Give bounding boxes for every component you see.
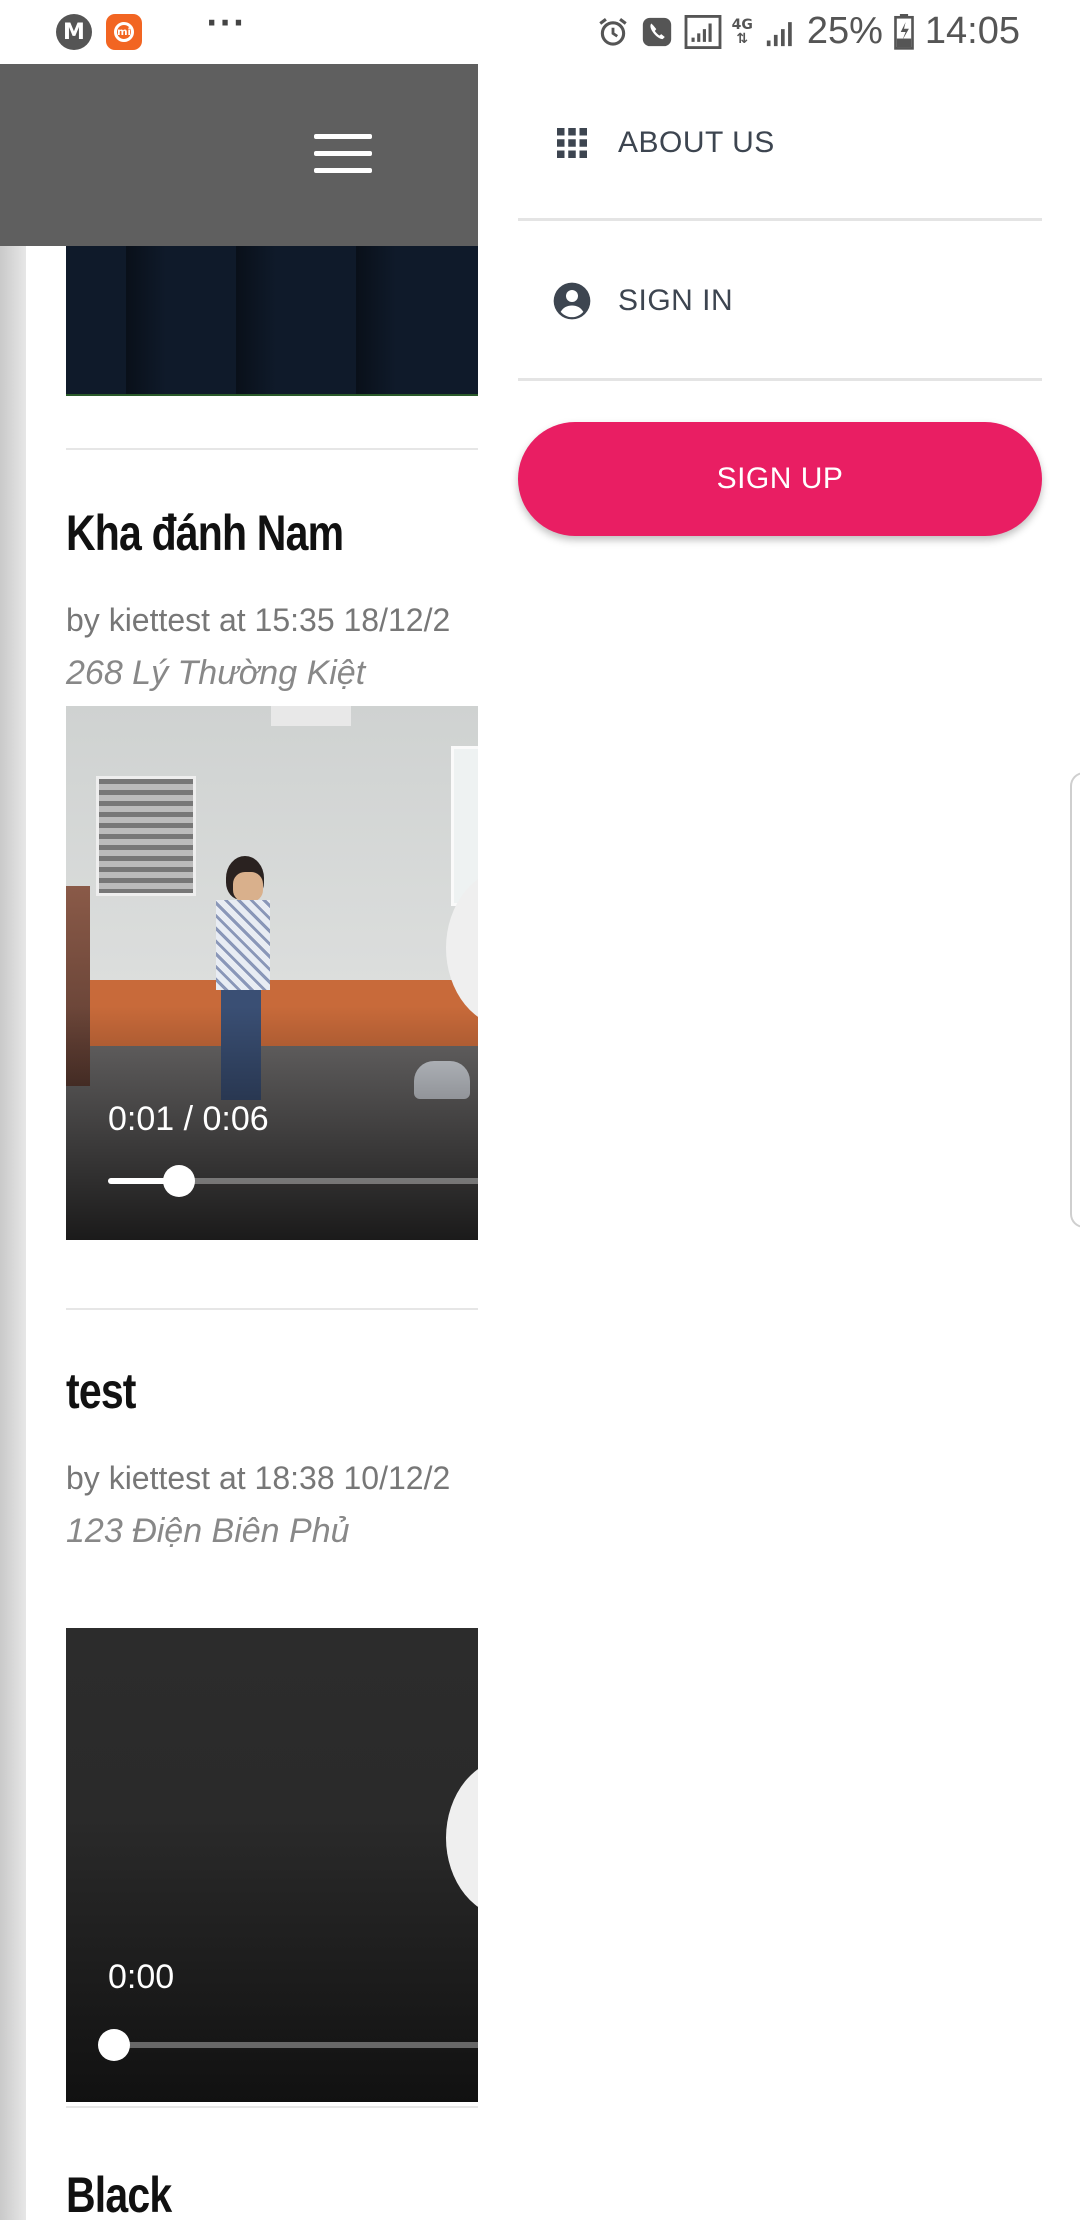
seek-thumb[interactable] <box>98 2029 130 2061</box>
signal-icon <box>766 21 792 46</box>
motorola-app-icon: M <box>56 14 92 50</box>
video-seekbar[interactable] <box>108 1165 478 1197</box>
post-divider <box>66 448 478 450</box>
post-location: 123 Điện Biên Phủ <box>66 1512 350 1550</box>
seek-thumb[interactable] <box>162 1165 195 1197</box>
account-circle-icon <box>552 281 592 321</box>
sign-up-button[interactable]: SIGN UP <box>518 422 1042 536</box>
post-divider <box>66 2106 478 2108</box>
video-time: 0:00 <box>108 1958 175 1996</box>
video-seekbar[interactable] <box>98 2029 478 2061</box>
post-title[interactable]: Black <box>66 2166 172 2220</box>
menu-item-about-us[interactable]: ABOUT US <box>518 64 1042 222</box>
call-icon <box>642 17 671 46</box>
signal-icon <box>684 14 722 49</box>
app-header <box>0 64 478 246</box>
battery-icon <box>894 13 914 50</box>
nav-drawer: ABOUT US SIGN IN SIGN UP <box>478 64 1080 2220</box>
post-meta: by kiettest at 18:38 10/12/2 <box>66 1460 451 1496</box>
feed-page: Kha đánh Nam by kiettest at 15:35 18/12/… <box>0 64 478 2220</box>
hamburger-icon[interactable] <box>314 134 374 174</box>
video-time: 0:01 / 0:06 <box>108 1100 269 1138</box>
post-divider <box>66 1308 478 1310</box>
post-image-partial <box>66 246 478 396</box>
mi-app-icon: mi <box>106 14 142 50</box>
sign-up-label: SIGN UP <box>716 462 844 495</box>
play-button[interactable] <box>446 1758 478 1918</box>
more-notifications-icon: ··· <box>206 6 247 41</box>
grid-apps-icon <box>552 123 592 163</box>
menu-item-label: SIGN IN <box>618 284 734 317</box>
menu-divider <box>518 218 1042 221</box>
network-label: 4G <box>731 16 753 33</box>
battery-percent: 25% <box>806 10 883 52</box>
alarm-icon <box>598 17 627 46</box>
menu-divider <box>518 378 1042 381</box>
video-player[interactable]: 0:00 <box>66 1628 478 2102</box>
notification-icons: M mi <box>56 14 142 50</box>
status-bar: M mi ··· 4G ⇅ 25% 14:05 <box>0 0 1080 64</box>
menu-item-label: ABOUT US <box>618 126 775 159</box>
post-title[interactable]: Kha đánh Nam <box>66 504 344 562</box>
network-4g-icon: 4G ⇅ <box>731 16 753 47</box>
post-meta: by kiettest at 15:35 18/12/2 <box>66 602 451 638</box>
video-player[interactable]: 0:01 / 0:06 <box>66 706 478 1240</box>
menu-item-sign-in[interactable]: SIGN IN <box>518 222 1042 380</box>
clock: 14:05 <box>924 10 1020 52</box>
post-title[interactable]: test <box>66 1362 136 1420</box>
edge-panel-handle[interactable] <box>1070 772 1080 1228</box>
system-icons: 4G ⇅ 25% 14:05 <box>596 10 1020 53</box>
post-location: 268 Lý Thường Kiệt <box>66 654 366 692</box>
